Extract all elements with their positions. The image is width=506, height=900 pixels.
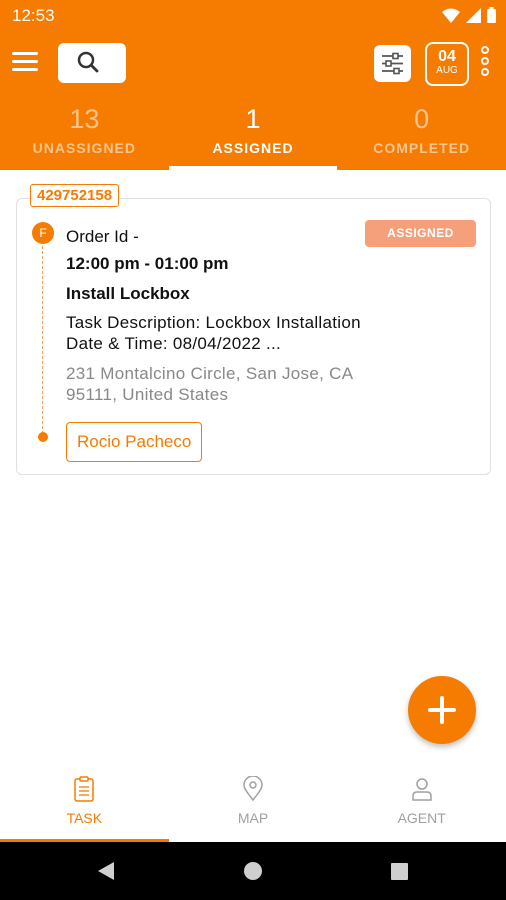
nav-label: AGENT xyxy=(397,810,446,826)
nav-label: TASK xyxy=(66,810,103,826)
tab-count: 1 xyxy=(245,104,261,134)
date-month: AUG xyxy=(436,65,458,76)
date-day: 04 xyxy=(438,48,456,65)
signal-icon xyxy=(466,7,481,23)
tab-count: 13 xyxy=(69,104,100,134)
task-description: Task Description: Lockbox Installation xyxy=(66,313,361,332)
hamburger-menu-icon[interactable] xyxy=(12,52,38,74)
person-icon xyxy=(411,778,432,801)
status-icons xyxy=(442,7,496,23)
nav-item-task[interactable]: TASK xyxy=(0,764,169,842)
screen: 12:53 04 AUG 13 UNASSIGNED 1 ASSIGNED 0 … xyxy=(0,0,506,900)
back-icon[interactable] xyxy=(98,862,114,880)
time-range: 12:00 pm - 01:00 pm xyxy=(66,254,229,273)
wifi-icon xyxy=(442,8,460,23)
task-title: Install Lockbox xyxy=(66,284,190,303)
plus-icon xyxy=(428,696,456,724)
clipboard-icon xyxy=(74,776,95,802)
status-badge: ASSIGNED xyxy=(365,220,476,247)
tab-label: COMPLETED xyxy=(373,140,471,156)
address-line-2: 95111, United States xyxy=(66,385,229,404)
status-time: 12:53 xyxy=(12,6,55,25)
tab-assigned[interactable]: 1 ASSIGNED xyxy=(168,96,338,170)
nav-label: MAP xyxy=(237,810,269,826)
status-bar: 12:53 xyxy=(0,0,506,32)
nav-item-map[interactable]: MAP xyxy=(169,764,338,842)
add-task-button[interactable] xyxy=(408,676,476,744)
task-datetime: Date & Time: 08/04/2022 ... xyxy=(66,334,282,353)
pickup-marker: F xyxy=(32,222,54,244)
tab-unassigned[interactable]: 13 UNASSIGNED xyxy=(0,96,169,170)
app-bar: 04 AUG xyxy=(0,32,506,96)
route-dashed-line xyxy=(42,246,43,434)
filter-button[interactable] xyxy=(374,45,411,82)
tab-completed[interactable]: 0 COMPLETED xyxy=(337,96,506,170)
order-number-badge: 429752158 xyxy=(30,184,120,207)
system-navigation-bar xyxy=(0,842,506,900)
search-button[interactable] xyxy=(58,43,126,83)
battery-icon xyxy=(487,7,496,23)
tab-label: ASSIGNED xyxy=(212,140,294,156)
recents-icon[interactable] xyxy=(391,863,408,880)
bottom-navigation: TASK MAP AGENT xyxy=(0,764,506,842)
task-status-tabs: 13 UNASSIGNED 1 ASSIGNED 0 COMPLETED xyxy=(0,96,506,170)
search-icon xyxy=(77,51,99,73)
map-pin-icon xyxy=(243,776,263,802)
address-line-1: 231 Montalcino Circle, San Jose, CA xyxy=(66,364,354,383)
home-icon[interactable] xyxy=(244,862,262,880)
more-options-icon[interactable] xyxy=(478,46,492,82)
agent-name-chip[interactable]: Rocio Pacheco xyxy=(66,422,203,462)
sliders-icon xyxy=(382,52,403,75)
tab-label: UNASSIGNED xyxy=(32,140,137,156)
tab-count: 0 xyxy=(414,104,430,134)
route-end-dot xyxy=(38,432,48,442)
order-id-label: Order Id - xyxy=(66,227,139,246)
date-picker-button[interactable]: 04 AUG xyxy=(425,42,469,86)
nav-item-agent[interactable]: AGENT xyxy=(337,764,506,842)
